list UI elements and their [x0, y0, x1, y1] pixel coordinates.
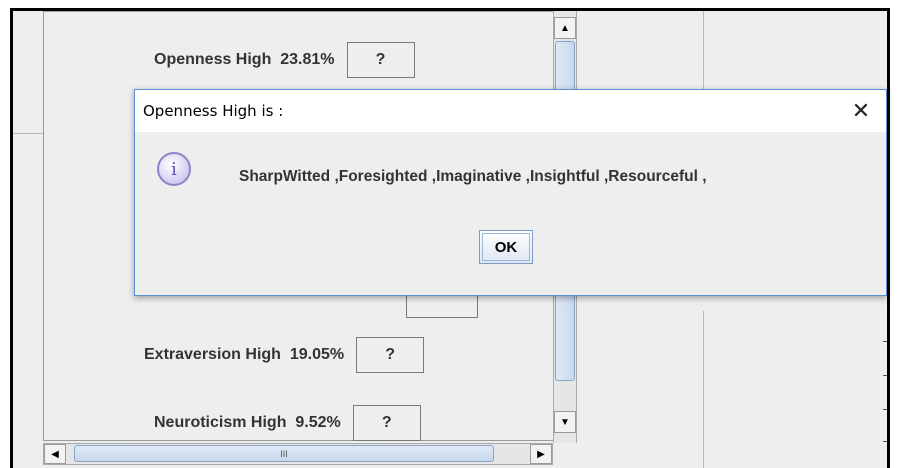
dialog-message: SharpWitted ,Foresighted ,Imaginative ,I…: [239, 168, 707, 185]
dialog-titlebar[interactable]: Openness High is : ✕: [135, 90, 886, 132]
trait-label: Extraversion High 19.05%: [144, 346, 345, 363]
table-line: [883, 375, 887, 376]
divider-line: [703, 311, 704, 468]
trait-row-neuroticism: Neuroticism High 9.52% ?: [154, 405, 421, 441]
table-line: [883, 441, 887, 442]
horizontal-scroll-thumb[interactable]: III: [74, 445, 494, 462]
trait-label: Openness High 23.81%: [154, 51, 335, 68]
message-dialog: Openness High is : ✕ i SharpWitted ,Fore…: [134, 89, 887, 296]
triangle-left-icon[interactable]: ◀: [44, 444, 66, 464]
horizontal-scrollbar[interactable]: ◀ III ▶: [43, 443, 553, 465]
trait-row-openness: Openness High 23.81% ?: [154, 42, 415, 78]
table-line: [883, 409, 887, 410]
table-line: [883, 341, 887, 342]
extraversion-info-button[interactable]: ?: [356, 337, 425, 373]
triangle-down-icon[interactable]: ▼: [554, 411, 576, 433]
trait-label: Neuroticism High 9.52%: [154, 414, 341, 431]
openness-info-button[interactable]: ?: [346, 42, 415, 78]
info-icon: i: [157, 152, 191, 186]
triangle-up-icon[interactable]: ▲: [554, 17, 576, 39]
close-icon[interactable]: ✕: [848, 98, 874, 124]
trait-row-extraversion: Extraversion High 19.05% ?: [144, 337, 425, 373]
scroll-grip: III: [280, 448, 288, 459]
triangle-right-icon[interactable]: ▶: [530, 444, 552, 464]
dialog-title: Openness High is :: [143, 102, 284, 120]
divider-line: [13, 133, 43, 134]
neuroticism-info-button[interactable]: ?: [352, 405, 421, 441]
ok-button[interactable]: OK: [479, 230, 533, 264]
